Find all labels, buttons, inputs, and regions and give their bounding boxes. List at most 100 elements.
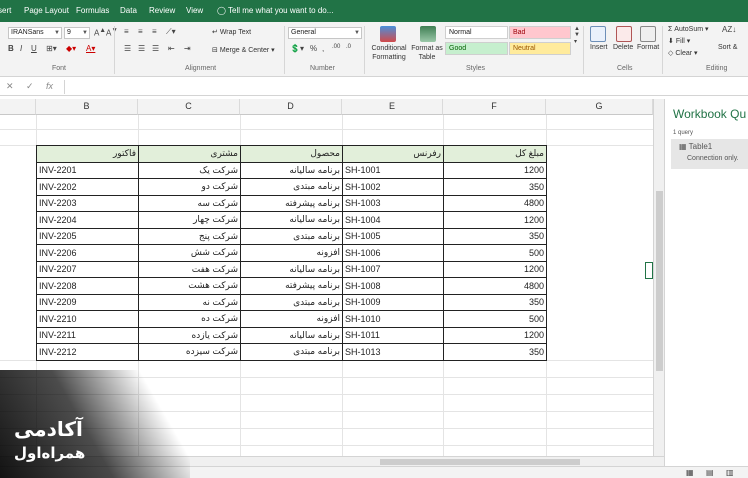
total-cell[interactable]: 1200: [443, 161, 547, 179]
conditional-formatting-button[interactable]: Conditional Formatting: [368, 44, 410, 62]
invoice-cell[interactable]: INV-2204: [36, 211, 139, 229]
underline-icon[interactable]: U: [31, 44, 37, 53]
column-header-c[interactable]: C: [138, 99, 240, 115]
selected-cell[interactable]: [645, 262, 653, 279]
align-center-icon[interactable]: ☰: [138, 44, 145, 53]
invoice-cell[interactable]: INV-2210: [36, 310, 139, 328]
horizontal-scroll-thumb[interactable]: [380, 459, 580, 465]
align-bottom-icon[interactable]: ≡: [152, 27, 157, 36]
style-normal[interactable]: Normal: [445, 26, 508, 39]
customer-cell[interactable]: شرکت یک: [138, 161, 241, 179]
invoice-cell[interactable]: INV-2212: [36, 343, 139, 361]
reference-cell[interactable]: SH-1003: [342, 194, 444, 212]
invoice-cell[interactable]: INV-2205: [36, 227, 139, 245]
reference-cell[interactable]: SH-1006: [342, 244, 444, 262]
align-left-icon[interactable]: ☰: [124, 44, 131, 53]
customer-cell[interactable]: شرکت پنج: [138, 227, 241, 245]
reference-cell[interactable]: SH-1005: [342, 227, 444, 245]
column-header-b[interactable]: B: [36, 99, 138, 115]
align-right-icon[interactable]: ☰: [152, 44, 159, 53]
customer-cell[interactable]: شرکت چهار: [138, 211, 241, 229]
autosum-button[interactable]: Σ AutoSum ▾: [668, 25, 709, 33]
page-break-view-icon[interactable]: ▥: [726, 468, 734, 477]
reference-cell[interactable]: SH-1001: [342, 161, 444, 179]
enter-icon[interactable]: ✓: [26, 81, 34, 92]
comma-style-icon[interactable]: ,: [322, 44, 324, 53]
customer-cell[interactable]: شرکت ده: [138, 310, 241, 328]
decrease-decimal-icon[interactable]: .0: [346, 44, 351, 50]
product-cell[interactable]: برنامه مبتدی: [240, 227, 343, 245]
reference-cell[interactable]: SH-1011: [342, 326, 444, 344]
column-header-f[interactable]: F: [443, 99, 546, 115]
customer-cell[interactable]: شرکت سیزده: [138, 343, 241, 361]
header-cell-total[interactable]: مبلغ کل: [443, 145, 547, 163]
total-cell[interactable]: 1200: [443, 211, 547, 229]
merge-center-button[interactable]: ⊟ Merge & Center ▾: [212, 46, 275, 54]
insert-button[interactable]: Insert: [590, 44, 608, 51]
reference-cell[interactable]: SH-1013: [342, 343, 444, 361]
customer-cell[interactable]: شرکت هفت: [138, 260, 241, 278]
customer-cell[interactable]: شرکت سه: [138, 194, 241, 212]
format-button[interactable]: Format: [637, 44, 659, 51]
reference-cell[interactable]: SH-1009: [342, 293, 444, 311]
tab-review[interactable]: Review: [149, 6, 175, 15]
total-cell[interactable]: 350: [443, 178, 547, 196]
header-cell-reference[interactable]: رفرنس: [342, 145, 444, 163]
borders-icon[interactable]: ⊞▾: [46, 44, 57, 53]
product-cell[interactable]: برنامه سالیانه: [240, 260, 343, 278]
product-cell[interactable]: برنامه مبتدی: [240, 178, 343, 196]
total-cell[interactable]: 500: [443, 244, 547, 262]
header-cell-customer[interactable]: مشتری: [138, 145, 241, 163]
tab-insert[interactable]: sert: [0, 6, 11, 15]
customer-cell[interactable]: شرکت شش: [138, 244, 241, 262]
reference-cell[interactable]: SH-1004: [342, 211, 444, 229]
reference-cell[interactable]: SH-1002: [342, 178, 444, 196]
customer-cell[interactable]: شرکت هشت: [138, 277, 241, 295]
clear-button[interactable]: ◇ Clear ▾: [668, 49, 698, 57]
font-size-dropdown[interactable]: 9 ▼: [64, 27, 90, 39]
total-cell[interactable]: 4800: [443, 194, 547, 212]
invoice-cell[interactable]: INV-2208: [36, 277, 139, 295]
total-cell[interactable]: 4800: [443, 277, 547, 295]
decrease-indent-icon[interactable]: ⇤: [168, 44, 175, 53]
decrease-font-icon[interactable]: A▼: [106, 27, 118, 38]
product-cell[interactable]: برنامه پیشرفته: [240, 194, 343, 212]
increase-font-icon[interactable]: A▲: [94, 27, 106, 38]
orientation-icon[interactable]: ⟋▾: [166, 27, 176, 37]
product-cell[interactable]: برنامه مبتدی: [240, 293, 343, 311]
formula-input[interactable]: [66, 79, 748, 95]
product-cell[interactable]: برنامه سالیانه: [240, 326, 343, 344]
invoice-cell[interactable]: INV-2209: [36, 293, 139, 311]
column-header-e[interactable]: E: [342, 99, 443, 115]
normal-view-icon[interactable]: ▦: [686, 468, 694, 477]
column-header-g[interactable]: G: [546, 99, 653, 115]
align-middle-icon[interactable]: ≡: [138, 27, 143, 36]
invoice-cell[interactable]: INV-2203: [36, 194, 139, 212]
tab-data[interactable]: Data: [120, 6, 137, 15]
product-cell[interactable]: برنامه پیشرفته: [240, 277, 343, 295]
column-header-d[interactable]: D: [240, 99, 342, 115]
reference-cell[interactable]: SH-1008: [342, 277, 444, 295]
invoice-cell[interactable]: INV-2201: [36, 161, 139, 179]
total-cell[interactable]: 350: [443, 227, 547, 245]
column-header-a[interactable]: [0, 99, 36, 115]
italic-icon[interactable]: I: [20, 44, 22, 53]
query-item[interactable]: ▦ Table1 Connection only.: [671, 139, 748, 169]
total-cell[interactable]: 350: [443, 343, 547, 361]
header-cell-invoice[interactable]: فاکتور: [36, 145, 139, 163]
invoice-cell[interactable]: INV-2211: [36, 326, 139, 344]
style-bad[interactable]: Bad: [509, 26, 571, 39]
font-color-icon[interactable]: A▾: [86, 44, 95, 53]
total-cell[interactable]: 500: [443, 310, 547, 328]
product-cell[interactable]: افزونه: [240, 310, 343, 328]
delete-button[interactable]: Delete: [613, 44, 633, 51]
tab-view[interactable]: View: [186, 6, 203, 15]
tell-me-search[interactable]: ◯ Tell me what you want to do...: [217, 6, 333, 15]
styles-scroll-icon[interactable]: ▲ ▼ ▾: [574, 26, 580, 45]
page-layout-view-icon[interactable]: ▤: [706, 468, 714, 477]
align-top-icon[interactable]: ≡: [124, 27, 129, 36]
customer-cell[interactable]: شرکت نه: [138, 293, 241, 311]
number-format-dropdown[interactable]: General ▼: [288, 27, 362, 39]
sort-filter-button[interactable]: Sort &: [718, 44, 737, 51]
style-good[interactable]: Good: [445, 42, 508, 55]
